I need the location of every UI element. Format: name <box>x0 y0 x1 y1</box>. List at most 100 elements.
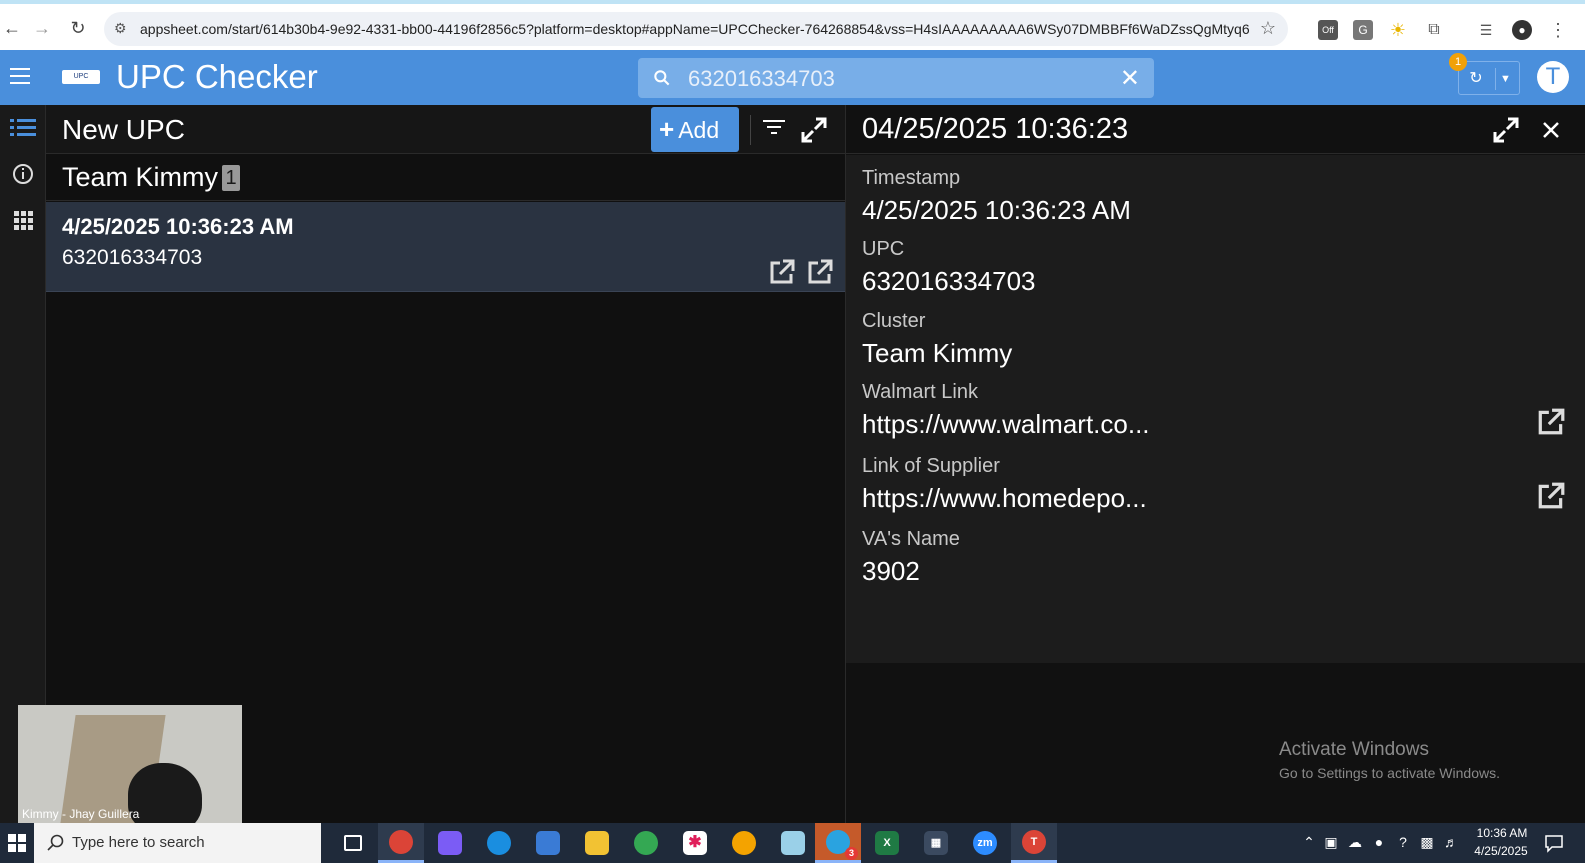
field-value-timestamp: 4/25/2025 10:36:23 AM <box>862 195 1131 225</box>
tray-help-icon[interactable]: ? <box>1394 833 1412 851</box>
search-input[interactable]: 632016334703 <box>688 66 835 92</box>
browser-toolbar: ← → ↻ ⚙ appsheet.com/start/614b30b4-9e92… <box>0 0 1585 50</box>
detail-toolbar: 04/25/2025 10:36:23 <box>846 105 1585 154</box>
copilot-icon[interactable] <box>427 823 473 863</box>
app-orange-icon[interactable] <box>721 823 767 863</box>
field-label-upc: UPC <box>862 238 905 260</box>
bookmark-star-icon[interactable]: ☆ <box>1260 18 1276 39</box>
open-supplier-link-icon[interactable] <box>806 258 834 286</box>
url-text[interactable]: appsheet.com/start/614b30b4-9e92-4331-bb… <box>140 21 1250 37</box>
video-call-tile[interactable]: Kimmy - Jhay Guillera <box>18 705 242 823</box>
open-supplier-link-icon[interactable] <box>1536 481 1566 511</box>
group-title: Team Kimmy <box>62 162 219 192</box>
expand-detail-icon[interactable] <box>1493 117 1519 143</box>
taskbar-search-placeholder: Type here to search <box>72 834 205 851</box>
row-timestamp: 4/25/2025 10:36:23 AM <box>62 214 294 239</box>
search-icon <box>654 70 670 86</box>
taskbar-search-box[interactable]: Type here to search <box>34 823 321 863</box>
sync-button[interactable]: ↻ ▼ <box>1458 61 1520 95</box>
clock-time[interactable]: 10:36 AM <box>1472 826 1532 840</box>
browser-menu-icon[interactable]: ⋮ <box>1548 20 1568 40</box>
toolbar-divider <box>750 115 751 145</box>
tray-meet-icon[interactable]: ▣ <box>1322 833 1340 851</box>
clear-search-icon[interactable]: ✕ <box>1120 64 1140 93</box>
notifications-icon[interactable] <box>1544 833 1564 853</box>
profile-avatar-icon[interactable]: ● <box>1512 20 1532 40</box>
search-field[interactable]: 632016334703 ✕ <box>638 58 1154 98</box>
field-value-walmart-link[interactable]: https://www.walmart.co... <box>862 409 1150 440</box>
avatar[interactable]: T <box>1537 61 1569 93</box>
chevron-down-icon[interactable]: ▼ <box>1495 68 1515 90</box>
field-label-timestamp: Timestamp <box>862 167 961 189</box>
open-walmart-link-icon[interactable] <box>1536 407 1566 437</box>
extension-sun-icon[interactable]: ☀ <box>1388 20 1408 40</box>
app-title: UPC Checker <box>116 58 318 95</box>
close-icon[interactable] <box>1542 121 1560 139</box>
task-view-icon[interactable] <box>330 823 376 863</box>
zoom-icon[interactable]: zm <box>962 823 1008 863</box>
search-icon <box>47 834 64 851</box>
site-settings-icon[interactable]: ⚙ <box>114 20 132 38</box>
field-label-supplier-link: Link of Supplier <box>862 455 1000 477</box>
field-label-cluster: Cluster <box>862 310 926 332</box>
apps-grid-icon[interactable] <box>0 197 46 243</box>
group-count-badge: 1 <box>222 165 240 191</box>
chrome-taskbar-icon[interactable] <box>378 823 424 863</box>
plus-icon: + <box>659 114 675 144</box>
expand-icon[interactable] <box>800 117 828 143</box>
field-value-cluster: Team Kimmy <box>862 338 1013 368</box>
video-caption: Kimmy - Jhay Guillera <box>22 807 140 821</box>
chrome-profile-letter: T <box>1022 829 1046 854</box>
info-icon[interactable] <box>0 151 46 197</box>
open-walmart-link-icon[interactable] <box>768 258 796 286</box>
field-value-supplier-link[interactable]: https://www.homedepo... <box>862 483 1147 514</box>
field-label-va-name: VA's Name <box>862 528 960 550</box>
tray-volume-icon[interactable]: ♬ <box>1442 833 1460 851</box>
file-explorer-icon[interactable] <box>574 823 620 863</box>
forward-icon[interactable]: → <box>32 18 52 38</box>
field-label-walmart-link: Walmart Link <box>862 381 978 403</box>
extension-off-icon[interactable]: Off <box>1318 20 1338 40</box>
calculator-icon[interactable]: ▦ <box>913 823 959 863</box>
slack-icon[interactable]: ✱ <box>672 823 718 863</box>
filter-icon[interactable] <box>760 117 788 143</box>
group-header[interactable]: Team Kimmy 1 <box>46 155 845 201</box>
excel-icon[interactable]: X <box>864 823 910 863</box>
detail-panel: 04/25/2025 10:36:23 Timestamp 4/25/2025 … <box>845 105 1585 823</box>
app-notes-icon[interactable] <box>770 823 816 863</box>
windows-start-icon[interactable] <box>0 823 34 863</box>
row-upc: 632016334703 <box>62 246 203 269</box>
sync-icon: ↻ <box>1469 70 1483 87</box>
extensions-puzzle-icon[interactable]: ⧉ <box>1424 20 1444 40</box>
store-icon[interactable] <box>525 823 571 863</box>
chrome-profile-t-icon[interactable]: T <box>1011 823 1057 863</box>
app-header: UPC UPC Checker 632016334703 ✕ ↻ ▼ 1 T <box>0 50 1585 105</box>
telegram-icon[interactable]: 3 <box>815 823 861 863</box>
zoom-label: zm <box>973 831 997 855</box>
extension-g-icon[interactable]: G <box>1353 20 1373 40</box>
list-view-icon[interactable] <box>0 105 46 151</box>
add-button[interactable]: + Add <box>651 107 739 152</box>
activate-windows-subtitle: Go to Settings to activate Windows. <box>1279 765 1500 781</box>
clock-date[interactable]: 4/25/2025 <box>1466 844 1536 858</box>
list-title: New UPC <box>62 114 185 145</box>
edge-icon[interactable] <box>476 823 522 863</box>
list-item[interactable]: 4/25/2025 10:36:23 AM 632016334703 <box>46 202 845 292</box>
tray-network-icon[interactable]: ▩ <box>1418 833 1436 851</box>
menu-icon[interactable] <box>10 68 30 84</box>
tray-chevron-up-icon[interactable]: ⌃ <box>1300 833 1318 851</box>
detail-body: Timestamp 4/25/2025 10:36:23 AM UPC 6320… <box>846 155 1585 663</box>
telegram-badge: 3 <box>845 846 858 860</box>
back-icon[interactable]: ← <box>2 18 22 38</box>
chrome-profile-icon[interactable] <box>623 823 669 863</box>
tray-onedrive-icon[interactable]: ☁ <box>1346 833 1364 851</box>
field-value-va-name: 3902 <box>862 556 920 586</box>
field-value-upc: 632016334703 <box>862 266 1036 296</box>
activate-windows-title: Activate Windows <box>1279 739 1429 760</box>
add-button-label: Add <box>678 117 720 143</box>
sync-count-badge: 1 <box>1449 53 1467 71</box>
tray-microphone-icon[interactable]: ● <box>1370 833 1388 851</box>
reload-icon[interactable]: ↻ <box>68 18 88 38</box>
address-bar[interactable]: ⚙ appsheet.com/start/614b30b4-9e92-4331-… <box>104 12 1288 46</box>
media-queue-icon[interactable]: ☰ <box>1476 20 1496 40</box>
